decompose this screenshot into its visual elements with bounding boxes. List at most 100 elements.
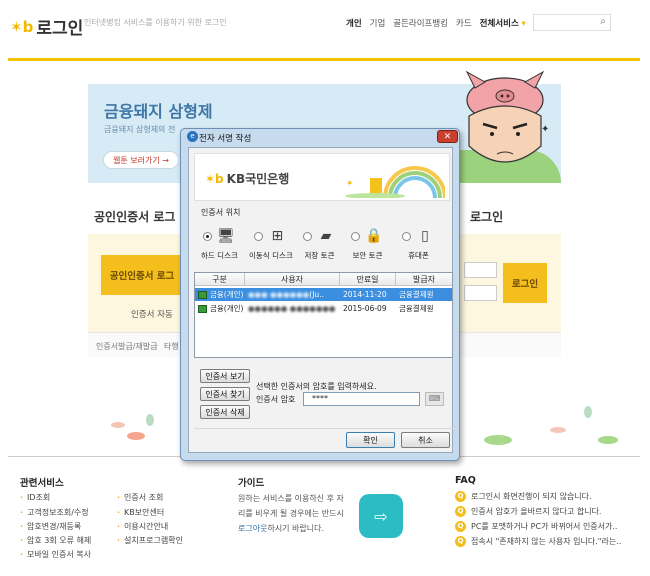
cell-issuer: 금융결제원: [399, 290, 434, 299]
search-icon[interactable]: ⌕: [600, 16, 606, 27]
cert-password-label: 인증서 암호: [256, 395, 296, 404]
cell-expiry: 2015-06-09: [343, 304, 387, 313]
logo-text: 로그인: [36, 19, 84, 39]
kb-star-icon: ✶b: [205, 171, 224, 186]
other-bank-link[interactable]: 타행: [164, 341, 179, 352]
column-type[interactable]: 구분: [195, 273, 245, 285]
link-customer-info[interactable]: 고객정보조회/수정: [20, 507, 89, 518]
related-services-title: 관련서비스: [20, 478, 64, 489]
column-issuer[interactable]: 발급자: [396, 273, 452, 285]
redacted-user: ●●● ●●●●●●: [248, 290, 310, 299]
certificate-icon: [198, 305, 207, 313]
guide-text-post: 하시기 바랍니다.: [267, 524, 325, 533]
location-label-text: 저장 토큰: [304, 251, 335, 260]
question-icon: Q: [455, 521, 466, 532]
nav-all-services[interactable]: 전체서비스 ▾: [480, 17, 526, 29]
cell-user: (Ju..: [309, 290, 324, 299]
tagline: 인터넷뱅킹 서비스를 이용하기 위한 로그인: [84, 18, 227, 27]
logo[interactable]: ✶b 로그인: [10, 14, 84, 40]
link-cert-lookup[interactable]: 인증서 조회: [117, 492, 163, 503]
cancel-button[interactable]: 취소: [401, 432, 450, 448]
location-label-text: 보안 토큰: [352, 251, 383, 260]
radio-button[interactable]: [202, 231, 212, 241]
nav-personal[interactable]: 개인: [346, 17, 362, 29]
question-icon: Q: [455, 491, 466, 502]
cert-login-button[interactable]: 공인인증서 로그: [101, 255, 183, 295]
radio-button[interactable]: [254, 231, 264, 241]
faq-item[interactable]: Q 접속시 "존재하지 않는 사용자 입니다."라는..: [455, 536, 621, 547]
cert-table-header: 구분 사용자 만료일 발급자: [195, 273, 452, 286]
rainbow-decoration: ✶: [345, 166, 445, 198]
faq-item-text: 인증서 암호가 올바르지 않다고 합니다.: [471, 507, 602, 516]
location-phone[interactable]: ▯ 휴대폰: [402, 226, 435, 261]
banner-subtitle: 금융돼지 삼형제의 전: [104, 125, 176, 134]
find-cert-button[interactable]: 인증서 찾기: [200, 387, 250, 401]
faq-item-text: 로그인시 화면진행이 되지 않습니다.: [471, 492, 592, 501]
signpost-icon: ⇨: [359, 494, 403, 538]
password-field[interactable]: [464, 285, 497, 301]
webtoon-button[interactable]: 웹툰 보러가기 →: [103, 151, 179, 169]
faq-item[interactable]: Q 인증서 암호가 올바르지 않다고 합니다.: [455, 506, 601, 517]
view-cert-button[interactable]: 인증서 보기: [200, 369, 250, 383]
column-expiry[interactable]: 만료일: [340, 273, 396, 285]
faq-item[interactable]: Q 로그인시 화면진행이 되지 않습니다.: [455, 491, 592, 502]
cell-type: 금융(개인): [210, 304, 244, 313]
link-id-lookup[interactable]: ID조회: [20, 492, 50, 503]
link-install-check[interactable]: 설치프로그램확인: [117, 535, 183, 546]
nav-card[interactable]: 카드: [456, 17, 472, 29]
question-icon: Q: [455, 536, 466, 547]
kb-star-icon: ✶b: [10, 17, 34, 36]
cert-auto-text: 인증서 자동: [131, 310, 173, 320]
banner-title: 금융돼지 삼형제: [104, 102, 213, 121]
delete-cert-button[interactable]: 인증서 삭제: [200, 405, 250, 419]
cert-issue-link[interactable]: 인증서발급/재발급: [96, 341, 158, 352]
password-prompt: 선택한 인증서의 암호를 입력하세요.: [256, 382, 377, 391]
dialog-app-icon: e: [187, 131, 198, 142]
link-mobile-cert-copy[interactable]: 모바일 인증서 복사: [20, 549, 91, 560]
certificate-icon: [198, 291, 207, 299]
pig-character-image: ✦: [465, 70, 549, 163]
nav-business[interactable]: 기업: [370, 17, 386, 29]
faq-title: FAQ: [455, 475, 476, 486]
location-storage-token[interactable]: ▰ 저장 토큰: [303, 226, 336, 261]
link-kb-security[interactable]: KB보안센터: [117, 507, 164, 518]
table-row[interactable]: 금융(개인) ●●●●●● ●●●●●●● 2015-06-09 금융결제원: [195, 302, 452, 315]
header-divider: [8, 58, 640, 61]
guide-text: 원하는 서비스를 이용하신 후 자리를 비우게 될 경우에는 반드시 로그아웃하…: [238, 491, 350, 536]
top-nav: 개인 기업 골든라이프뱅킹 카드 전체서비스 ▾: [346, 17, 526, 29]
phone-icon: ▯: [421, 228, 429, 244]
search-input[interactable]: ⌕: [533, 14, 611, 31]
faq-item[interactable]: Q PC를 포맷하거나 PC가 바뀌어서 인증서가..: [455, 521, 617, 532]
nav-golden-life[interactable]: 골든라이프뱅킹: [393, 17, 448, 29]
cert-login-title: 공인인증서 로그: [94, 210, 176, 224]
cert-password-input[interactable]: ****: [303, 392, 420, 406]
guide-title: 가이드: [238, 478, 265, 489]
location-removable-disk[interactable]: ⊞ 이동식 디스크: [249, 226, 293, 261]
cell-expiry: 2014-11-20: [343, 290, 387, 299]
dialog-separator: [194, 428, 453, 429]
radio-button[interactable]: [402, 231, 411, 241]
location-label: 인증서 위치: [201, 208, 241, 217]
cell-issuer: 금융결제원: [399, 304, 434, 313]
header: ✶b 로그인 인터넷뱅킹 서비스를 이용하기 위한 로그인 개인 기업 골든라이…: [0, 0, 650, 61]
close-icon[interactable]: ✕: [437, 130, 458, 143]
ok-button[interactable]: 확인: [346, 432, 395, 448]
link-service-hours[interactable]: 이용시간안내: [117, 521, 168, 532]
link-password-unlock[interactable]: 암호 3회 오류 해제: [20, 535, 91, 546]
radio-button[interactable]: [351, 231, 360, 241]
table-row[interactable]: 금융(개인) ●●● ●●●●●●(Ju.. 2014-11-20 금융결제원: [195, 288, 452, 301]
storage-token-icon: ▰: [320, 228, 332, 244]
location-hard-disk[interactable]: 🖥 하드 디스크: [201, 226, 238, 261]
location-security-token[interactable]: 🔒 보안 토큰: [351, 226, 384, 261]
removable-disk-icon: ⊞: [271, 228, 284, 244]
guide-text-pre: 원하는 서비스를 이용하신 후 자리를 비우게 될 경우에는 반드시: [238, 494, 344, 518]
link-password-change[interactable]: 암호변경/재등록: [20, 521, 81, 532]
cell-type: 금융(개인): [210, 290, 244, 299]
login-button[interactable]: 로그인: [503, 263, 547, 303]
radio-button[interactable]: [303, 231, 312, 241]
keyboard-icon[interactable]: ⌨: [425, 392, 444, 406]
logout-link[interactable]: 로그아웃: [238, 524, 267, 533]
user-id-field[interactable]: [464, 262, 497, 278]
column-user[interactable]: 사용자: [245, 273, 340, 285]
redacted-user: ●●●●●● ●●●●●●●: [248, 304, 336, 313]
